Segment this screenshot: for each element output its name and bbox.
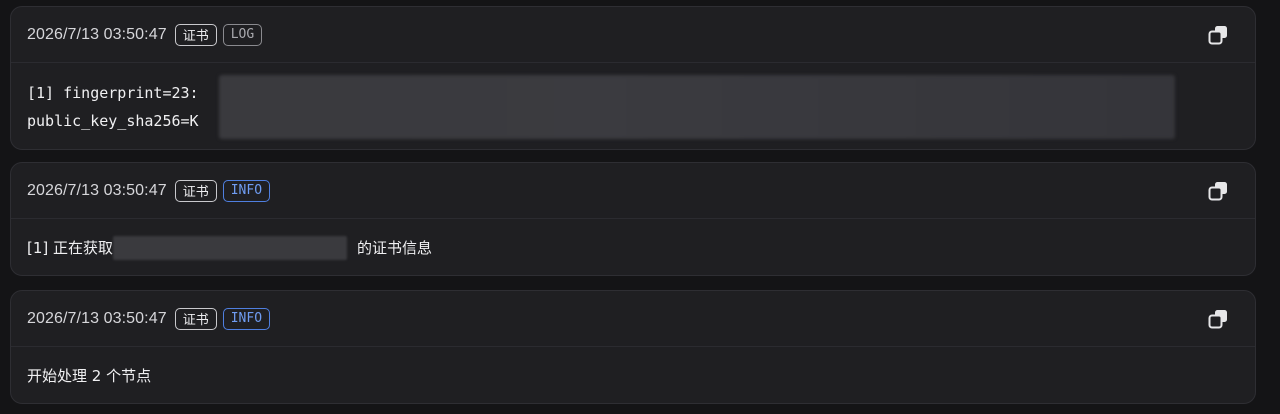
log-message-text: 开始处理 2 个节点: [27, 367, 152, 385]
log-timestamp: 2026/7/13 03:50:47: [27, 25, 167, 43]
tag-log-level: INFO: [222, 179, 271, 202]
log-entry: 2026/7/13 03:50:47 证书 LOG [1] fingerprin…: [10, 6, 1256, 150]
tag-certificate: 证书: [174, 23, 217, 46]
log-message: 开始处理 2 个节点: [11, 347, 1255, 404]
redacted-block: [219, 75, 1175, 139]
log-timestamp: 2026/7/13 03:50:47: [27, 309, 167, 327]
log-message-prefix: [1] 正在获取: [27, 239, 114, 257]
tag-log-level: LOG: [222, 23, 263, 46]
log-entry: 2026/7/13 03:50:47 证书 INFO [1] 正在获取 的证书信…: [10, 162, 1256, 276]
log-list: 2026/7/13 03:50:47 证书 LOG [1] fingerprin…: [0, 0, 1280, 414]
log-entry-header: 2026/7/13 03:50:47 证书 LOG: [11, 7, 1255, 63]
log-message: [1] fingerprint=23: public_key_sha256=K: [11, 63, 1255, 139]
log-message-suffix: 的证书信息: [357, 239, 433, 257]
tag-log-level: INFO: [222, 307, 271, 330]
tag-certificate: 证书: [174, 307, 217, 330]
log-message: [1] 正在获取 的证书信息: [11, 219, 1255, 276]
copy-icon[interactable]: [1207, 308, 1229, 330]
log-entry-header: 2026/7/13 03:50:47 证书 INFO: [11, 163, 1255, 219]
tag-certificate: 证书: [174, 179, 217, 202]
redacted-block: [113, 235, 348, 260]
copy-icon[interactable]: [1207, 24, 1229, 46]
copy-icon[interactable]: [1207, 180, 1229, 202]
log-entry-header: 2026/7/13 03:50:47 证书 INFO: [11, 291, 1255, 347]
log-entry: 2026/7/13 03:50:47 证书 INFO 开始处理 2 个节点: [10, 290, 1256, 404]
log-timestamp: 2026/7/13 03:50:47: [27, 181, 167, 199]
